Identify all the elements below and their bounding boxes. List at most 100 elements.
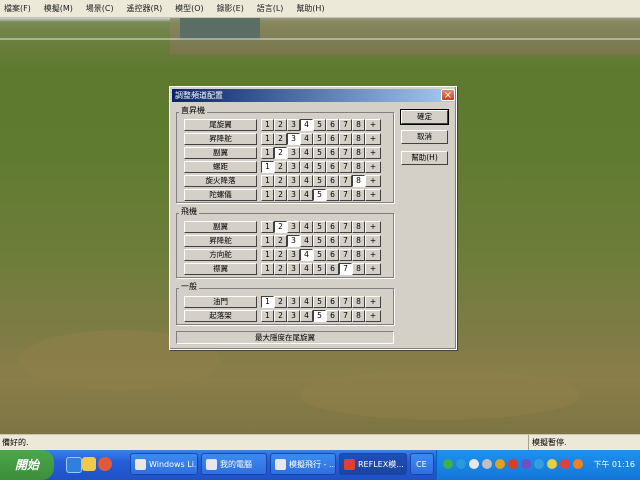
- channel-number-button[interactable]: 2: [274, 119, 287, 131]
- channel-function-button[interactable]: 襟翼: [184, 263, 257, 275]
- task-windows-live[interactable]: Windows Li...: [130, 453, 198, 475]
- channel-number-button[interactable]: 2: [274, 235, 287, 247]
- channel-plus-button[interactable]: +: [365, 119, 381, 131]
- channel-plus-button[interactable]: +: [365, 296, 381, 308]
- menu-controller[interactable]: 遙控器(R): [126, 0, 162, 17]
- channel-number-button[interactable]: 1: [261, 310, 274, 322]
- channel-number-button[interactable]: 4: [300, 263, 313, 275]
- channel-number-button[interactable]: 3: [287, 133, 300, 145]
- channel-function-button[interactable]: 螺距: [184, 161, 257, 173]
- channel-function-button[interactable]: 尾旋翼: [184, 119, 257, 131]
- channel-number-button[interactable]: 4: [300, 133, 313, 145]
- channel-number-button[interactable]: 4: [300, 119, 313, 131]
- channel-number-button[interactable]: 3: [287, 235, 300, 247]
- channel-function-button[interactable]: 昇降舵: [184, 235, 257, 247]
- channel-number-button[interactable]: 5: [313, 235, 326, 247]
- channel-function-button[interactable]: 副翼: [184, 147, 257, 159]
- channel-number-button[interactable]: 7: [339, 221, 352, 233]
- channel-number-button[interactable]: 4: [300, 189, 313, 201]
- channel-number-button[interactable]: 2: [274, 175, 287, 187]
- menu-file[interactable]: 檔案(F): [4, 0, 31, 17]
- channel-function-button[interactable]: 陀螺儀: [184, 189, 257, 201]
- channel-number-button[interactable]: 6: [326, 189, 339, 201]
- channel-number-button[interactable]: 6: [326, 175, 339, 187]
- task-my-computer[interactable]: 我的電腦: [201, 453, 267, 475]
- menu-language[interactable]: 語言(L): [257, 0, 284, 17]
- channel-number-button[interactable]: 6: [326, 119, 339, 131]
- channel-number-button[interactable]: 7: [339, 133, 352, 145]
- channel-plus-button[interactable]: +: [365, 235, 381, 247]
- channel-number-button[interactable]: 1: [261, 175, 274, 187]
- channel-number-button[interactable]: 3: [287, 221, 300, 233]
- menu-simulation[interactable]: 模擬(M): [44, 0, 73, 17]
- channel-number-button[interactable]: 7: [339, 189, 352, 201]
- menu-model[interactable]: 模型(O): [175, 0, 204, 17]
- tray-icon[interactable]: [573, 459, 583, 469]
- channel-number-button[interactable]: 7: [339, 235, 352, 247]
- channel-number-button[interactable]: 6: [326, 310, 339, 322]
- tray-icon[interactable]: [482, 459, 492, 469]
- channel-plus-button[interactable]: +: [365, 133, 381, 145]
- channel-number-button[interactable]: 1: [261, 133, 274, 145]
- channel-plus-button[interactable]: +: [365, 263, 381, 275]
- channel-number-button[interactable]: 7: [339, 263, 352, 275]
- task-flight-sim[interactable]: 模擬飛行 - ...: [270, 453, 336, 475]
- channel-function-button[interactable]: 方向舵: [184, 249, 257, 261]
- channel-number-button[interactable]: 1: [261, 263, 274, 275]
- channel-number-button[interactable]: 8: [352, 296, 365, 308]
- channel-number-button[interactable]: 7: [339, 296, 352, 308]
- channel-number-button[interactable]: 1: [261, 296, 274, 308]
- channel-plus-button[interactable]: +: [365, 175, 381, 187]
- channel-number-button[interactable]: 5: [313, 310, 326, 322]
- channel-number-button[interactable]: 1: [261, 221, 274, 233]
- channel-function-button[interactable]: 油門: [184, 296, 257, 308]
- channel-number-button[interactable]: 1: [261, 235, 274, 247]
- channel-number-button[interactable]: 8: [352, 310, 365, 322]
- channel-number-button[interactable]: 2: [274, 249, 287, 261]
- channel-number-button[interactable]: 7: [339, 147, 352, 159]
- channel-number-button[interactable]: 1: [261, 147, 274, 159]
- folder-icon[interactable]: [82, 457, 96, 471]
- channel-number-button[interactable]: 4: [300, 161, 313, 173]
- channel-number-button[interactable]: 7: [339, 161, 352, 173]
- channel-number-button[interactable]: 2: [274, 263, 287, 275]
- channel-number-button[interactable]: 1: [261, 249, 274, 261]
- channel-number-button[interactable]: 6: [326, 147, 339, 159]
- channel-number-button[interactable]: 6: [326, 221, 339, 233]
- channel-number-button[interactable]: 5: [313, 296, 326, 308]
- tray-icon[interactable]: [534, 459, 544, 469]
- channel-number-button[interactable]: 4: [300, 175, 313, 187]
- channel-number-button[interactable]: 4: [300, 296, 313, 308]
- channel-number-button[interactable]: 2: [274, 310, 287, 322]
- task-ce[interactable]: CE: [410, 453, 434, 475]
- channel-number-button[interactable]: 2: [274, 147, 287, 159]
- channel-number-button[interactable]: 8: [352, 175, 365, 187]
- channel-number-button[interactable]: 2: [274, 296, 287, 308]
- channel-number-button[interactable]: 5: [313, 119, 326, 131]
- channel-number-button[interactable]: 2: [274, 133, 287, 145]
- channel-number-button[interactable]: 6: [326, 296, 339, 308]
- menu-record[interactable]: 錄影(E): [217, 0, 244, 17]
- channel-number-button[interactable]: 8: [352, 119, 365, 131]
- channel-number-button[interactable]: 7: [339, 175, 352, 187]
- tray-icon[interactable]: [521, 459, 531, 469]
- channel-number-button[interactable]: 5: [313, 263, 326, 275]
- menu-scene[interactable]: 場景(C): [86, 0, 114, 17]
- channel-number-button[interactable]: 2: [274, 221, 287, 233]
- task-reflex[interactable]: REFLEX模...: [339, 453, 407, 475]
- channel-number-button[interactable]: 8: [352, 235, 365, 247]
- channel-number-button[interactable]: 3: [287, 296, 300, 308]
- cancel-button[interactable]: 取消: [401, 130, 448, 144]
- channel-number-button[interactable]: 3: [287, 310, 300, 322]
- messenger-icon[interactable]: [456, 459, 466, 469]
- channel-number-button[interactable]: 4: [300, 235, 313, 247]
- channel-number-button[interactable]: 3: [287, 189, 300, 201]
- channel-number-button[interactable]: 7: [339, 119, 352, 131]
- ok-button[interactable]: 確定: [400, 109, 449, 125]
- channel-number-button[interactable]: 5: [313, 147, 326, 159]
- channel-number-button[interactable]: 7: [339, 310, 352, 322]
- channel-number-button[interactable]: 5: [313, 161, 326, 173]
- channel-number-button[interactable]: 5: [313, 133, 326, 145]
- media-icon[interactable]: [98, 457, 112, 471]
- channel-plus-button[interactable]: +: [365, 147, 381, 159]
